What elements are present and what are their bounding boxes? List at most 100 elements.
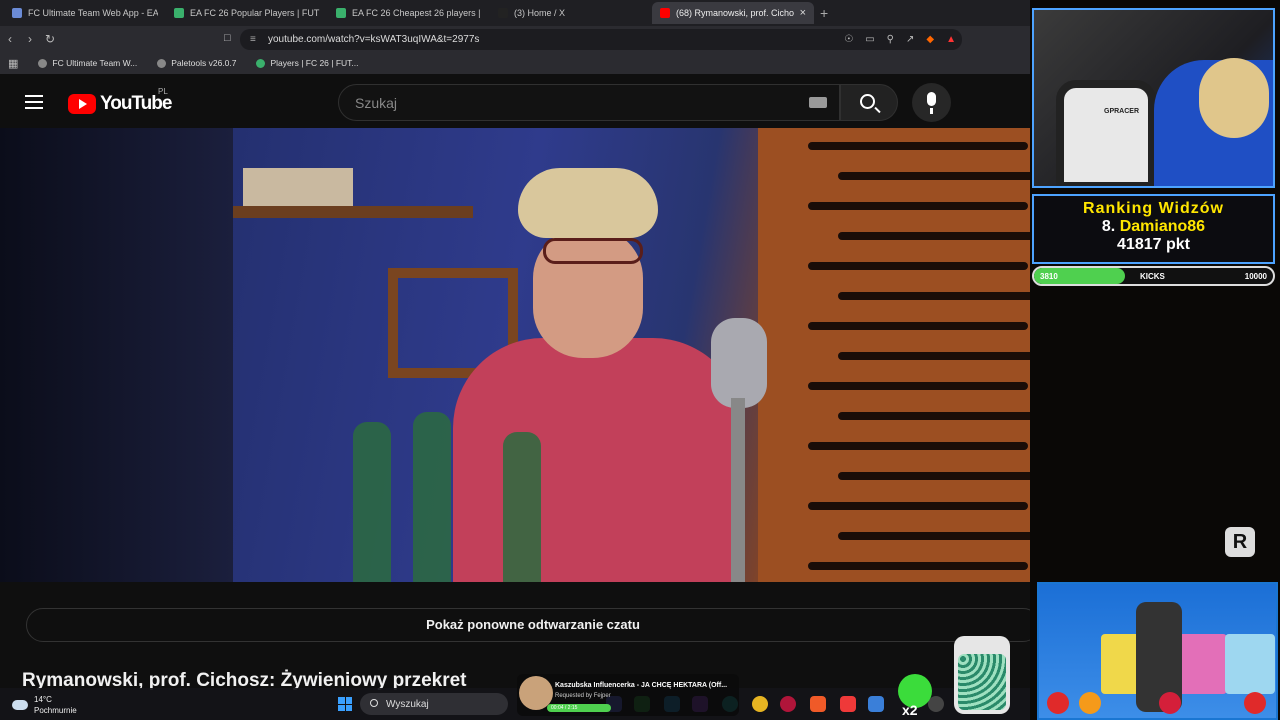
jar-pattern bbox=[958, 654, 1006, 710]
kicks-label: KICKS bbox=[1140, 272, 1165, 281]
ranking-heading: Ranking Widzów bbox=[1083, 200, 1224, 217]
vivaldi-icon[interactable] bbox=[840, 696, 856, 712]
windows-start-icon[interactable] bbox=[338, 697, 352, 711]
song-requester: Requested by Fejper bbox=[555, 693, 611, 699]
address-bar[interactable]: ≡ youtube.com/watch?v=ksWAT3uqIWA&t=2977… bbox=[240, 29, 962, 50]
reload-icon[interactable]: ↻ bbox=[40, 32, 60, 46]
slat-groove bbox=[808, 322, 1028, 330]
rewards-icon[interactable]: ▲ bbox=[946, 34, 956, 45]
slat-groove bbox=[838, 352, 1039, 360]
brave-shield-icon[interactable]: ◆ bbox=[926, 34, 934, 45]
bookmark-item[interactable]: Paletools v26.0.7 bbox=[157, 58, 236, 68]
kicks-current: 3810 bbox=[1040, 272, 1058, 281]
streamer-head bbox=[1199, 58, 1269, 138]
ranking-entry: 8. Damiano86 bbox=[1034, 218, 1273, 236]
brave-icon[interactable] bbox=[810, 696, 826, 712]
temperature: 14°C bbox=[34, 695, 52, 704]
search-icon bbox=[860, 94, 875, 109]
youtube-wordmark: YouTube bbox=[100, 93, 172, 114]
tab-favicon-icon bbox=[12, 8, 22, 18]
channel-watermark: R bbox=[1225, 527, 1255, 557]
tab-title: (3) Home / X bbox=[514, 8, 566, 18]
apps-grid-icon[interactable]: ▦ bbox=[8, 57, 18, 70]
books bbox=[243, 168, 353, 206]
windows-taskbar: 14°C Pochmurnie Wyszukaj bbox=[0, 688, 1030, 720]
bookmark-item[interactable]: FC Ultimate Team W... bbox=[38, 58, 137, 68]
close-tab-icon[interactable]: × bbox=[800, 7, 806, 19]
browser-tab[interactable]: EA FC 26 Cheapest 26 players | FUTBIN bbox=[328, 2, 490, 24]
globe-icon bbox=[157, 58, 167, 68]
browser-tab[interactable]: (3) Home / X bbox=[490, 2, 652, 24]
video-player[interactable] bbox=[0, 128, 1040, 582]
steam-icon[interactable] bbox=[928, 696, 944, 712]
chat-replay-button[interactable]: Pokaż ponowne odtwarzanie czatu bbox=[26, 608, 1040, 642]
forward-icon[interactable]: › bbox=[20, 32, 40, 46]
taskbar-search[interactable]: Wyszukaj bbox=[360, 693, 508, 715]
rank-points: 41817 pkt bbox=[1117, 236, 1190, 253]
bottle bbox=[413, 412, 451, 582]
bookmark-label: Players | FC 26 | FUT... bbox=[270, 58, 359, 68]
bottle bbox=[353, 422, 391, 582]
country-code: PL bbox=[158, 87, 168, 96]
tab-favicon-icon bbox=[660, 8, 670, 18]
bookmark-item[interactable]: Players | FC 26 | FUT... bbox=[256, 58, 359, 68]
voice-search-icon[interactable] bbox=[912, 83, 951, 122]
guest-blouse bbox=[453, 338, 743, 582]
slat-groove bbox=[808, 382, 1028, 390]
multiplier-label: x2 bbox=[902, 702, 918, 718]
search-button[interactable] bbox=[840, 84, 898, 121]
slat-groove bbox=[808, 562, 1028, 570]
share-icon[interactable]: ↗ bbox=[906, 34, 914, 45]
shelf bbox=[233, 206, 473, 218]
keyboard-icon[interactable] bbox=[809, 97, 827, 108]
sponsor-promo bbox=[1037, 582, 1278, 720]
supplement-jar bbox=[954, 636, 1010, 714]
viewer-ranking-widget: Ranking Widzów 8. Damiano86 41817 pkt bbox=[1032, 194, 1275, 264]
tab-favicon-icon bbox=[174, 8, 184, 18]
gaming-chair: GPRACER bbox=[1056, 80, 1156, 186]
search-input[interactable]: Szukaj bbox=[338, 84, 840, 121]
cloud-icon bbox=[12, 700, 28, 710]
tab-title: (68) Rymanowski, prof. Cichosz bbox=[676, 8, 794, 18]
microphone-stand bbox=[731, 398, 745, 582]
menu-icon[interactable] bbox=[25, 95, 43, 113]
webcam-feed: GPRACER bbox=[1032, 8, 1275, 188]
bottle bbox=[503, 432, 541, 582]
bookmark-label: FC Ultimate Team W... bbox=[52, 58, 138, 68]
youtube-logo[interactable]: YouTube PL bbox=[68, 87, 172, 115]
slat-groove bbox=[838, 292, 1039, 300]
slat-groove bbox=[808, 142, 1028, 150]
bookmarks-bar: ▦ FC Ultimate Team W... Paletools v26.0.… bbox=[0, 52, 1030, 74]
back-icon[interactable]: ‹ bbox=[0, 32, 20, 46]
taskbar-search-label: Wyszukaj bbox=[386, 698, 429, 710]
opera-icon[interactable] bbox=[780, 696, 796, 712]
browser-tab[interactable]: (68) Rymanowski, prof. Cichosz × bbox=[652, 2, 814, 24]
eye-off-icon[interactable]: ☉ bbox=[844, 34, 853, 45]
youtube-header: YouTube PL Szukaj bbox=[0, 76, 1040, 128]
zoom-icon[interactable]: ⚲ bbox=[887, 34, 894, 45]
slat-groove bbox=[838, 472, 1039, 480]
tab-title: FC Ultimate Team Web App - EA SPORTS bbox=[28, 8, 158, 18]
chrome-icon[interactable] bbox=[752, 696, 768, 712]
screen: FC Ultimate Team Web App - EA SPORTS EA F… bbox=[0, 0, 1280, 720]
new-tab-icon[interactable]: + bbox=[820, 5, 828, 21]
search-placeholder: Szukaj bbox=[355, 94, 398, 111]
slat-groove bbox=[808, 502, 1028, 510]
site-info-icon[interactable]: ≡ bbox=[250, 34, 256, 45]
futbin-icon bbox=[256, 58, 266, 68]
photos-icon[interactable] bbox=[868, 696, 884, 712]
cast-icon[interactable]: ▭ bbox=[865, 34, 874, 45]
browser-tab[interactable]: EA FC 26 Popular Players | FUTBIN bbox=[166, 2, 328, 24]
browser-tab[interactable]: FC Ultimate Team Web App - EA SPORTS bbox=[4, 2, 166, 24]
bookmark-icon[interactable]: □ bbox=[224, 32, 231, 44]
video-frame[interactable] bbox=[233, 128, 1039, 582]
weather-widget[interactable]: 14°C Pochmurnie bbox=[12, 694, 77, 716]
strawberry bbox=[1244, 692, 1266, 714]
slat-groove bbox=[838, 232, 1039, 240]
slat-groove bbox=[838, 412, 1039, 420]
product-box bbox=[1177, 634, 1227, 694]
guest-hair bbox=[518, 168, 658, 238]
address-bar-actions: ☉ ▭ ⚲ ↗ ◆ ▲ bbox=[844, 34, 956, 45]
tab-title: EA FC 26 Cheapest 26 players | FUTBIN bbox=[352, 8, 482, 18]
slat-groove bbox=[808, 262, 1028, 270]
